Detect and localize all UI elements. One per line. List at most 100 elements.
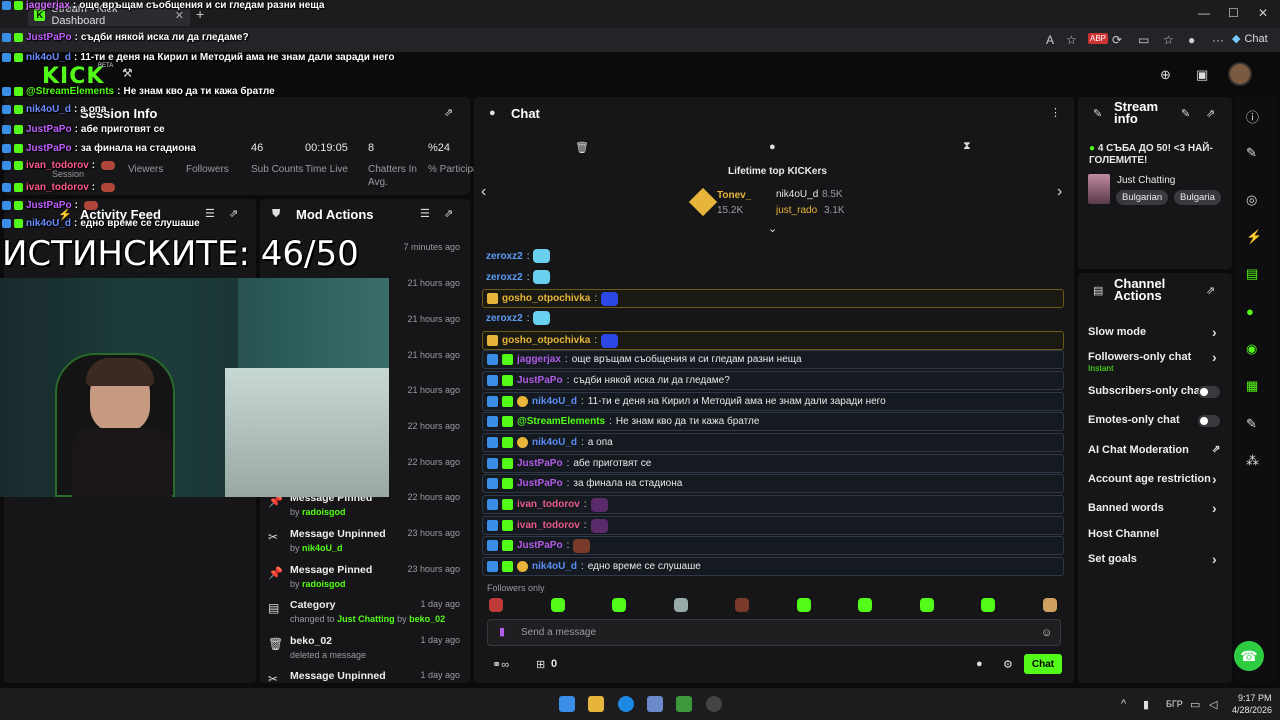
network-icon[interactable]: ▭: [1190, 698, 1200, 711]
popout-icon[interactable]: ⇗: [444, 106, 453, 119]
channel-action-host-channel[interactable]: Host Channel: [1088, 528, 1159, 540]
chat-username[interactable]: gosho_otpochivka: [502, 335, 590, 346]
toggle-switch[interactable]: [1198, 386, 1220, 398]
chevron-right-icon[interactable]: ›: [1212, 349, 1217, 365]
chat-username[interactable]: @StreamElements: [517, 416, 605, 427]
carousel-next-icon[interactable]: ›: [1057, 183, 1062, 201]
split-screen-icon[interactable]: ▭: [1138, 33, 1149, 47]
top-kicker-1-name[interactable]: Tonev_: [717, 190, 751, 201]
chat-username[interactable]: jaggerjax: [517, 354, 561, 365]
focus-icon[interactable]: ◎: [1246, 192, 1257, 208]
layout-icon[interactable]: ▦: [1246, 378, 1258, 394]
obs-icon[interactable]: [706, 696, 722, 712]
emoji-icon[interactable]: ☺: [1041, 627, 1052, 639]
favorites-icon[interactable]: ☆: [1163, 33, 1174, 47]
mod-action-user[interactable]: nik4oU_d: [302, 543, 343, 553]
channel-action-account-age-restriction[interactable]: Account age restriction: [1088, 473, 1211, 485]
edge-icon[interactable]: [618, 696, 634, 712]
channel-action-followers-only-chat[interactable]: Followers-only chat: [1088, 351, 1191, 363]
chat-icon[interactable]: ●: [1246, 304, 1254, 319]
mod-action-user[interactable]: radoisgod: [302, 507, 346, 517]
external-link-icon[interactable]: ⇗: [1212, 444, 1220, 455]
edit-pencil-icon[interactable]: ✎: [1181, 107, 1190, 120]
emote-picker-item[interactable]: [735, 598, 749, 612]
more-menu-icon[interactable]: ···: [1212, 33, 1224, 47]
clock-time[interactable]: 9:17 PM: [1238, 693, 1272, 703]
maximize-button[interactable]: ☐: [1228, 6, 1239, 20]
chat-tab-icon[interactable]: ●: [769, 141, 776, 153]
channel-points-icon[interactable]: ⚭∞: [492, 658, 509, 671]
chevron-right-icon[interactable]: ›: [1212, 551, 1217, 567]
chat-username[interactable]: ivan_todorov: [517, 520, 580, 531]
store-icon[interactable]: [647, 696, 663, 712]
file-explorer-icon[interactable]: [588, 696, 604, 712]
start-icon[interactable]: [559, 696, 575, 712]
chat-username[interactable]: zeroxz2: [486, 272, 523, 283]
popout-icon[interactable]: ⇗: [1206, 107, 1215, 120]
mod-action-user[interactable]: radoisgod: [302, 579, 346, 589]
gift-icon[interactable]: ⊞: [536, 658, 545, 671]
bolt-icon[interactable]: ⚡: [1246, 229, 1262, 245]
chat-username[interactable]: nik4oU_d: [532, 437, 577, 448]
emote-picker-item[interactable]: [796, 598, 811, 612]
info-icon[interactable]: ⓘ: [1246, 107, 1259, 126]
emote-picker-item[interactable]: [981, 598, 995, 612]
copilot-chat-button[interactable]: ◆ Chat: [1232, 32, 1268, 46]
adblock-icon[interactable]: ABP: [1088, 33, 1109, 44]
tag-chip[interactable]: Bulgaria: [1174, 190, 1221, 205]
chat-menu-icon[interactable]: ⋮: [1050, 106, 1061, 119]
mic-tray-icon[interactable]: ▮: [1143, 698, 1149, 711]
search-icon[interactable]: ⊕: [1160, 67, 1171, 83]
favorite-star-icon[interactable]: ☆: [1066, 33, 1077, 47]
wrench-icon[interactable]: ✎: [1246, 416, 1257, 432]
volume-icon[interactable]: ◁: [1209, 698, 1217, 711]
chat-username[interactable]: zeroxz2: [486, 251, 523, 262]
chat-username[interactable]: JustPaPo: [517, 458, 563, 469]
chat-username[interactable]: JustPaPo: [517, 375, 563, 386]
chevron-right-icon[interactable]: ›: [1212, 324, 1217, 340]
trash-icon[interactable]: 🗑: [575, 141, 589, 154]
emote-picker-item[interactable]: [489, 598, 503, 612]
broadcast-icon[interactable]: ▣: [1196, 67, 1208, 83]
category-thumbnail[interactable]: [1088, 174, 1110, 204]
emote-picker-item[interactable]: [673, 598, 688, 612]
chevron-right-icon[interactable]: ›: [1212, 500, 1217, 516]
chat-settings-bubble-icon[interactable]: ●: [976, 658, 983, 670]
send-chat-button[interactable]: Chat: [1024, 654, 1062, 674]
mod-action-user[interactable]: Just Chatting: [337, 614, 395, 624]
chat-username[interactable]: zeroxz2: [486, 313, 523, 324]
read-aloud-icon[interactable]: A: [1046, 33, 1054, 47]
channel-action-banned-words[interactable]: Banned words: [1088, 502, 1164, 514]
clock-date[interactable]: 4/28/2026: [1232, 705, 1272, 715]
channel-action-slow-mode[interactable]: Slow mode: [1088, 326, 1146, 338]
minimize-button[interactable]: —: [1198, 6, 1210, 20]
support-chat-button[interactable]: ☎: [1234, 641, 1264, 671]
hourglass-icon[interactable]: ⧗: [963, 140, 971, 153]
profile-icon[interactable]: ●: [1188, 33, 1195, 47]
mic-icon[interactable]: ▮: [499, 625, 505, 638]
filter-icon[interactable]: ☰: [420, 207, 430, 220]
extension-icon[interactable]: ⟳: [1112, 33, 1122, 47]
gear-icon[interactable]: ⚙: [1003, 658, 1013, 671]
emote-picker-item[interactable]: [858, 598, 872, 612]
pen-icon[interactable]: ✎: [1246, 145, 1257, 161]
chevron-right-icon[interactable]: ›: [1212, 471, 1217, 487]
emote-picker-item[interactable]: [919, 598, 934, 612]
emote-picker-item[interactable]: [550, 598, 565, 612]
chat-username[interactable]: JustPaPo: [517, 478, 563, 489]
tag-chip[interactable]: Bulgarian: [1116, 190, 1169, 205]
channel-action-subscribers-only-chat[interactable]: Subscribers-only chat: [1088, 385, 1204, 397]
avatar[interactable]: [1228, 62, 1252, 86]
emote-picker-item[interactable]: [1042, 598, 1057, 612]
top-kicker-3-name[interactable]: just_rado: [776, 205, 817, 216]
mod-action-user[interactable]: beko_02: [409, 614, 445, 624]
popout-icon[interactable]: ⇗: [1206, 284, 1215, 297]
broadcast-icon[interactable]: ◉: [1246, 341, 1257, 357]
top-kicker-2-name[interactable]: nik4oU_d: [776, 189, 818, 200]
chat-username[interactable]: JustPaPo: [517, 540, 563, 551]
document-icon[interactable]: ▤: [1246, 266, 1258, 282]
tray-chevron-icon[interactable]: ^: [1121, 698, 1126, 710]
apps-icon[interactable]: ⁂: [1246, 453, 1259, 469]
channel-action-set-goals[interactable]: Set goals: [1088, 553, 1137, 565]
chat-username[interactable]: nik4oU_d: [532, 396, 577, 407]
